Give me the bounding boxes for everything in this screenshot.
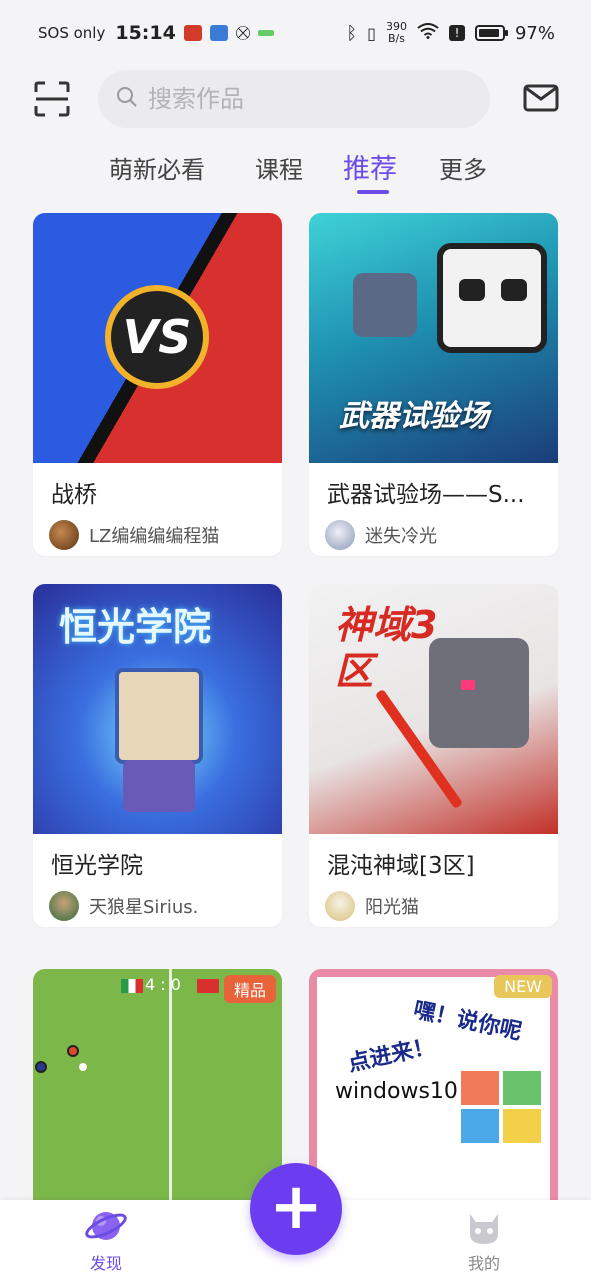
windows-logo [461,1071,541,1143]
work-author[interactable]: 阳光猫 [309,884,558,924]
wolf-character [353,273,417,337]
work-title: 混沌神域[3区] [327,853,475,879]
character-body [123,760,195,812]
work-thumbnail: 武器试验场 [309,213,558,463]
avatar [325,891,355,921]
work-author[interactable]: 天狼星Sirius. [33,884,282,924]
work-title: 武器试验场——S... [327,482,525,508]
player-dot [67,1045,79,1057]
net-speed: 390 B/s [386,21,407,45]
work-thumbnail: 嘿！说你呢 点进来！ windows10 NEW ◉ 16351 👍 1055 [309,969,558,1229]
work-thumbnail: VS [33,213,282,463]
player-dot [35,1061,47,1073]
work-card[interactable]: 武器试验场 武器试验场——S... 迷失冷光 [309,213,558,556]
work-card[interactable]: 嘿！说你呢 点进来！ windows10 NEW ◉ 16351 👍 1055 [309,969,558,1229]
cat-avatar-icon [462,1204,506,1248]
notification-translate-icon [209,25,228,41]
author-name: 迷失冷光 [365,526,437,547]
net-speed-unit: B/s [387,32,405,45]
work-thumbnail: 4 : 0 精品 ◉ 15w 👍 5299 [33,969,282,1229]
thumb-caption-2: 点进来！ [345,1034,438,1077]
plus-icon: + [269,1170,323,1244]
avatar [325,520,355,550]
panda-character [437,243,547,353]
windows-tile [461,1109,499,1143]
work-card[interactable]: 4 : 0 精品 ◉ 15w 👍 5299 [33,969,282,1229]
flag-china-icon [197,979,219,993]
nav-discover[interactable]: 发现 [66,1204,146,1274]
windows-tile [503,1071,541,1105]
avatar [49,520,79,550]
author-name: 天狼星Sirius. [89,897,199,918]
flag-italy-icon [121,979,143,993]
work-title: 恒光学院 [51,853,143,879]
thumb-inner: 嘿！说你呢 点进来！ windows10 [317,977,550,1229]
nav-mine-label: 我的 [467,1254,500,1273]
premium-badge: 精品 [223,975,276,1003]
status-right: ᛒ ▯ 390 B/s ! 97% [346,21,555,45]
wolf-character [429,638,529,748]
author-name: 阳光猫 [365,897,419,918]
field-line [169,969,172,1229]
battery-icon [474,25,508,41]
scan-icon[interactable] [34,81,70,117]
nav-discover-label: 发现 [89,1254,122,1273]
work-author[interactable]: 迷失冷光 [309,513,558,553]
alert-icon: ! [448,25,465,41]
create-work-button[interactable]: + [250,1163,342,1255]
clock: 15:14 [115,22,176,44]
category-tabs: 萌新必看 课程 推荐 更多 [0,146,591,198]
search-input[interactable] [148,85,448,113]
carrier-text: SOS only [38,24,106,42]
new-badge: NEW [494,975,552,998]
tab-courses[interactable]: 课程 [255,146,343,198]
tab-more[interactable]: 更多 [439,146,487,198]
search-bar[interactable] [98,70,490,128]
windows-tile [503,1109,541,1143]
ball-icon [79,1063,87,1071]
work-title: 战桥 [51,482,97,508]
author-name: LZ编编编编程猫 [89,526,220,547]
work-author[interactable]: LZ编编编编程猫 [33,513,282,553]
mail-icon[interactable] [523,84,559,114]
character-figure [115,668,203,764]
bluetooth-icon: ᛒ [346,22,358,44]
thumb-caption: 武器试验场 [339,399,489,434]
status-bar: SOS only 15:14 ⛒ ᛒ ▯ 390 B/s ! 97% [0,0,591,66]
thumb-caption-3: windows10 [335,1079,458,1104]
notification-misc-icon [258,30,275,36]
nav-mine[interactable]: 我的 [444,1204,524,1274]
match-score: 4 : 0 [145,975,181,994]
vibrate-icon: ▯ [367,23,376,43]
planet-icon [84,1204,128,1248]
status-left: SOS only 15:14 ⛒ [38,22,275,44]
top-bar [0,66,591,132]
work-card[interactable]: 神域3区 混沌神域[3区] 阳光猫 [309,584,558,927]
thumb-caption: 恒光学院 [59,605,212,649]
tab-beginner[interactable]: 萌新必看 [109,146,255,198]
work-card[interactable]: VS 战桥 LZ编编编编程猫 [33,213,282,556]
panda-eye-right [501,279,527,301]
avatar [49,891,79,921]
search-icon [116,86,138,112]
tab-recommended[interactable]: 推荐 [343,146,439,198]
windows-tile [461,1071,499,1105]
vs-emblem: VS [105,285,209,389]
work-thumbnail: 神域3区 [309,584,558,834]
battery-percent: 97% [514,22,555,44]
work-card[interactable]: 恒光学院 恒光学院 天狼星Sirius. [33,584,282,927]
wifi-icon [417,23,439,43]
shield-icon: ⛒ [235,25,251,41]
wolf-eye [461,680,475,690]
notification-app-icon [183,25,202,41]
vs-text: VS [122,310,192,364]
panda-eye-left [459,279,485,301]
work-thumbnail: 恒光学院 [33,584,282,834]
